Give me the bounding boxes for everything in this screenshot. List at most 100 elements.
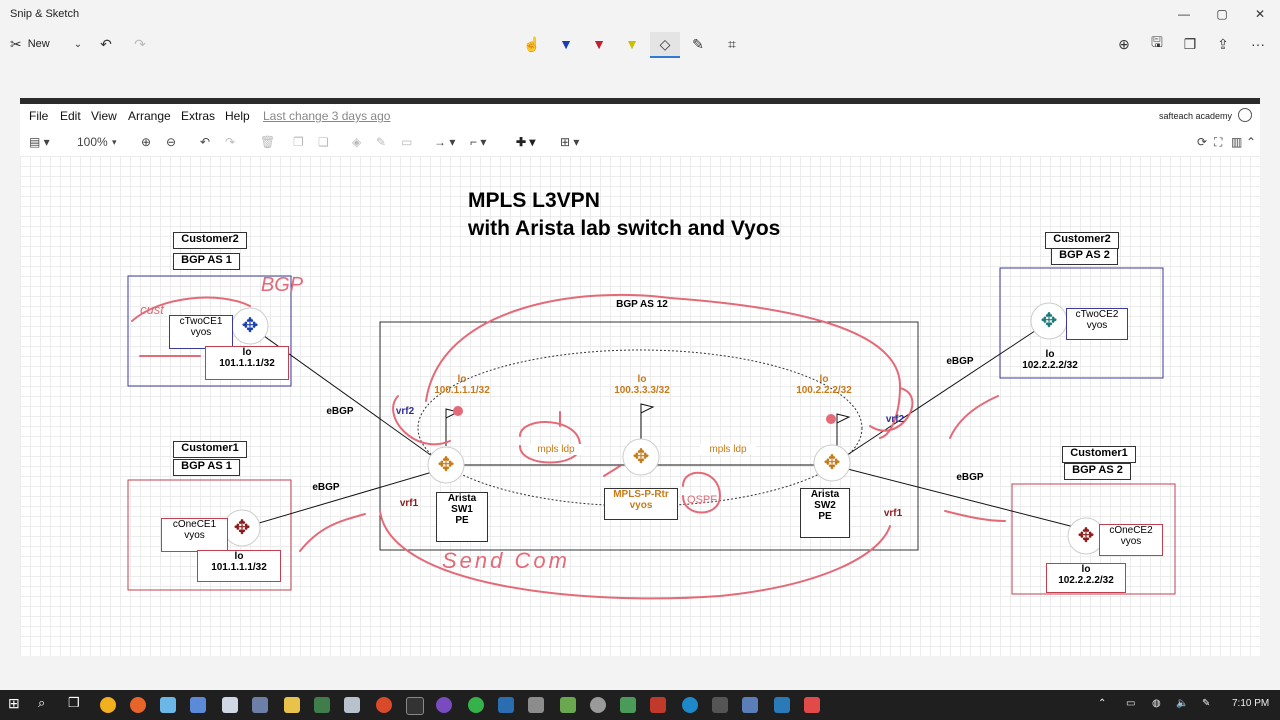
refresh-icon[interactable]: ⟳	[1197, 135, 1207, 149]
insert-icon[interactable]: ✚ ▾	[516, 135, 535, 149]
highlighter-button[interactable]: ▼	[620, 32, 644, 56]
left-customer2-lo-ip: 101.1.1.1/32	[219, 358, 275, 369]
task-view-icon[interactable]: ❒	[68, 695, 84, 711]
zoom-select[interactable]: 100%	[77, 135, 108, 149]
pencil-button[interactable]: ▼	[587, 32, 611, 56]
volume-icon[interactable]: 🔈	[1176, 698, 1188, 709]
router-ctwoce1: ✥	[231, 307, 269, 345]
new-label: New	[27, 38, 50, 50]
sw2-lo-block: lo 100.2.2.2/32	[786, 374, 862, 396]
zoom-button[interactable]: ⊕	[1112, 32, 1136, 56]
tray-chevron-icon[interactable]: ⌃	[1098, 698, 1106, 709]
network-icon[interactable]: ◍	[1152, 698, 1161, 709]
menu-extras[interactable]: Extras	[181, 109, 215, 123]
undo-button[interactable]: ↶	[94, 32, 118, 56]
app-icon-7[interactable]	[376, 697, 392, 713]
maximize-button[interactable]: ▢	[1206, 4, 1238, 24]
close-button[interactable]: ✕	[1244, 4, 1276, 24]
right-customer1-label: Customer1	[1062, 446, 1136, 463]
menu-file[interactable]: File	[29, 109, 48, 123]
sidebar-toggle-icon[interactable]: ▥	[1231, 135, 1242, 149]
edge-icon[interactable]	[682, 697, 698, 713]
search-icon[interactable]: ⌕	[38, 695, 54, 711]
sw1-lo-block: lo 100.1.1.1/32	[424, 374, 500, 396]
left-customer2-lo: lo	[242, 347, 252, 358]
new-dropdown-button[interactable]: ⌄	[66, 32, 90, 56]
app-icon-13[interactable]	[620, 697, 636, 713]
app-icon-10[interactable]	[528, 697, 544, 713]
left-customer1-lo: lo	[234, 551, 244, 562]
fill-color-icon[interactable]: ◈	[352, 135, 361, 149]
app-icon-9[interactable]	[498, 697, 514, 713]
battery-icon[interactable]: ▭	[1126, 698, 1135, 709]
share-button[interactable]: ⇪	[1211, 32, 1235, 56]
to-front-icon[interactable]: ❐	[293, 135, 304, 149]
crop-icon: ⌗	[728, 35, 736, 52]
ruler-button[interactable]: ✎	[686, 32, 710, 56]
zoom-in-icon[interactable]: ⊕	[141, 135, 151, 149]
touch-writing-icon: ☝	[523, 35, 541, 52]
eraser-button[interactable]: ◇	[650, 32, 680, 58]
minimize-button[interactable]: —	[1168, 4, 1200, 24]
menu-edit[interactable]: Edit	[60, 109, 81, 123]
snip-sketch-icon[interactable]	[804, 697, 820, 713]
more-button[interactable]: ···	[1246, 32, 1270, 56]
crop-button[interactable]: ⌗	[720, 32, 744, 56]
save-button[interactable]: 🖫	[1145, 32, 1169, 56]
menu-arrange[interactable]: Arrange	[128, 109, 171, 123]
vrf1-label-right: vrf1	[883, 508, 903, 519]
app-icon-5[interactable]	[314, 697, 330, 713]
clock[interactable]: 7:10 PM	[1232, 698, 1269, 709]
shadow-icon[interactable]: ▭	[401, 135, 412, 149]
touch-writing-button[interactable]: ☝	[520, 32, 544, 56]
chrome-icon[interactable]	[100, 697, 116, 713]
app-icon-16[interactable]	[742, 697, 758, 713]
last-change-link[interactable]: Last change 3 days ago	[263, 109, 390, 123]
vrf1-label-left: vrf1	[399, 498, 419, 509]
waypoints-icon[interactable]: ⌐ ▾	[470, 135, 486, 149]
redo-icon[interactable]: ↷	[225, 135, 235, 149]
undo-icon[interactable]: ↶	[200, 135, 210, 149]
ballpoint-pen-button[interactable]: ▼	[554, 32, 578, 56]
app-icon-4[interactable]	[252, 697, 268, 713]
app-icon-3[interactable]	[222, 697, 238, 713]
delete-icon[interactable]: 🗑	[260, 135, 275, 149]
redo-button[interactable]: ↷	[128, 32, 152, 56]
firefox-icon[interactable]	[130, 697, 146, 713]
line-color-icon[interactable]: ✎	[376, 135, 386, 149]
new-button[interactable]: ✂ New	[10, 32, 50, 56]
windows-start-icon[interactable]: ⊞	[8, 695, 24, 711]
whatsapp-icon[interactable]	[468, 697, 484, 713]
app-icon-15[interactable]	[712, 697, 728, 713]
file-explorer-icon[interactable]	[284, 697, 300, 713]
table-icon[interactable]: ⊞ ▾	[560, 135, 579, 149]
menu-help[interactable]: Help	[225, 109, 250, 123]
to-back-icon[interactable]: ❏	[318, 135, 329, 149]
zoom-out-icon[interactable]: ⊖	[166, 135, 176, 149]
app-icon-12[interactable]	[590, 697, 606, 713]
app-icon-8[interactable]	[436, 697, 452, 713]
pen-icon[interactable]: ✎	[1202, 698, 1210, 709]
app-icon-1[interactable]	[160, 697, 176, 713]
globe-icon[interactable]	[1238, 108, 1252, 122]
connection-icon[interactable]: → ▾	[434, 135, 455, 149]
svg-text:✥: ✥	[1041, 308, 1058, 332]
sw2-lo-ip: 100.2.2.2/32	[796, 385, 852, 396]
app-icon-2[interactable]	[190, 697, 206, 713]
menu-view[interactable]: View	[91, 109, 117, 123]
app-icon-11[interactable]	[560, 697, 576, 713]
windows-taskbar: ⊞ ⌕ ❒ ⌃ ▭ ◍ 🔈 ✎ 7:10 PM	[0, 690, 1280, 720]
svg-text:✥: ✥	[242, 313, 259, 337]
account-name[interactable]: safteach academy	[1159, 111, 1232, 121]
copy-button[interactable]: ❐	[1178, 32, 1202, 56]
format-panel-icon[interactable]: ▤ ▾	[29, 135, 50, 149]
app-icon-6[interactable]	[344, 697, 360, 713]
left-customer2-label: Customer2	[173, 232, 247, 249]
app-icon-14[interactable]	[650, 697, 666, 713]
collapse-icon[interactable]: ⌃	[1246, 135, 1256, 149]
diagram-canvas[interactable]: MPLS L3VPN with Arista lab switch and Vy…	[20, 156, 1260, 656]
app-icon-17[interactable]	[774, 697, 790, 713]
terminal-icon[interactable]	[406, 697, 424, 715]
fullscreen-icon[interactable]: ⛶	[1214, 135, 1222, 150]
zoom-dropdown-icon[interactable]: ▾	[112, 137, 117, 148]
